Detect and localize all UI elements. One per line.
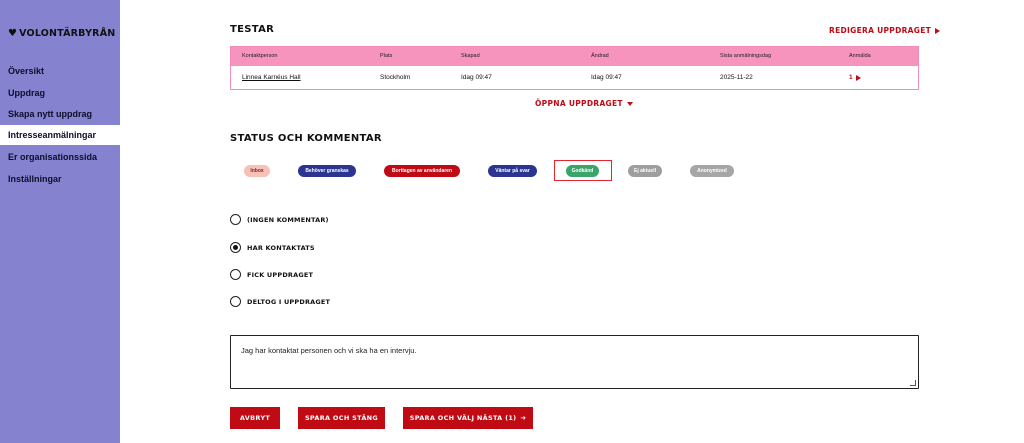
comment-textarea[interactable]: Jag har kontaktat personen och vi ska ha… bbox=[230, 335, 919, 389]
chevron-right-icon bbox=[935, 27, 941, 34]
radio-har-kontaktats[interactable]: HAR KONTAKTATS bbox=[230, 242, 315, 253]
radio-label: DELTOG I UPPDRAGET bbox=[247, 297, 331, 306]
status-pill-label: Inbox bbox=[250, 168, 264, 174]
status-pill-vantar-pa-svar[interactable]: Väntar på svar bbox=[488, 165, 537, 177]
sidebar: ♥ VOLONTÄRBYRÅN Översikt Uppdrag Skapa n… bbox=[0, 0, 120, 443]
open-assignment-label: ÖPPNA UPPDRAGET bbox=[535, 99, 623, 108]
edit-assignment-label: REDIGERA UPPDRAGET bbox=[829, 26, 932, 35]
sidebar-item-installningar[interactable]: Inställningar bbox=[0, 169, 120, 189]
sidebar-item-intresseanmalningar[interactable]: Intresseanmälningar bbox=[0, 125, 120, 145]
sidebar-item-uppdrag[interactable]: Uppdrag bbox=[0, 83, 120, 103]
resize-handle[interactable] bbox=[910, 380, 916, 386]
radio-circle bbox=[230, 214, 241, 225]
status-pill-label: Anonymized bbox=[697, 168, 727, 174]
sidebar-item-oversikt[interactable]: Översikt bbox=[0, 61, 120, 81]
open-assignment-link[interactable]: ÖPPNA UPPDRAGET bbox=[535, 99, 633, 108]
column-header: Anmälda bbox=[849, 53, 871, 59]
column-header: Plats bbox=[380, 53, 393, 59]
registered-count-link[interactable]: 1 bbox=[849, 74, 861, 81]
sidebar-item-er-organisationssida[interactable]: Er organisationssida bbox=[0, 147, 120, 167]
sidebar-item-skapa-nytt-uppdrag[interactable]: Skapa nytt uppdrag bbox=[0, 104, 120, 124]
table-cell-location: Stockholm bbox=[380, 74, 411, 81]
arrow-right-icon: ➔ bbox=[520, 414, 527, 422]
save-and-close-button[interactable]: SPARA OCH STÄNG bbox=[298, 407, 385, 429]
save-and-close-label: SPARA OCH STÄNG bbox=[304, 414, 379, 422]
registered-count: 1 bbox=[849, 74, 853, 81]
sidebar-item-label: Översikt bbox=[8, 66, 45, 76]
save-and-select-next-label: SPARA OCH VÄLJ NÄSTA (1) bbox=[409, 414, 517, 422]
sidebar-item-label: Skapa nytt uppdrag bbox=[8, 109, 93, 119]
heart-icon: ♥ bbox=[8, 27, 18, 39]
status-pill-behover-granskas[interactable]: Behöver granskas bbox=[298, 165, 356, 177]
cancel-button-label: AVBRYT bbox=[239, 414, 271, 422]
radio-label: (INGEN KOMMENTAR) bbox=[247, 215, 329, 224]
column-header: Sista anmälningsdag bbox=[720, 53, 772, 59]
cancel-button[interactable]: AVBRYT bbox=[230, 407, 280, 429]
sidebar-item-label: Intresseanmälningar bbox=[8, 130, 97, 140]
contact-person-link[interactable]: Linnea Karnéus Hall bbox=[242, 74, 301, 81]
status-pill-anonymized[interactable]: Anonymized bbox=[690, 165, 734, 177]
status-pill-ej-aktuell[interactable]: Ej aktuell bbox=[628, 165, 662, 177]
column-header: Kontaktperson bbox=[242, 53, 278, 59]
edit-assignment-link[interactable]: REDIGERA UPPDRAGET bbox=[829, 26, 941, 35]
column-header: Skapad bbox=[461, 53, 480, 59]
sidebar-item-label: Uppdrag bbox=[8, 88, 45, 98]
table-cell-created: Idag 09:47 bbox=[461, 74, 492, 81]
table-cell-deadline: 2025-11-22 bbox=[720, 74, 753, 81]
status-pill-label: Behöver granskas bbox=[305, 168, 349, 174]
table-cell-changed: Idag 09:47 bbox=[591, 74, 622, 81]
radio-circle bbox=[230, 269, 241, 280]
status-pill-label: Borttagen av användaren bbox=[391, 168, 453, 174]
radio-label: FICK UPPDRAGET bbox=[247, 270, 314, 279]
status-pill-inbox[interactable]: Inbox bbox=[244, 165, 270, 177]
status-pill-godkand[interactable]: Godkänd bbox=[566, 165, 599, 177]
assignment-table: Kontaktperson Plats Skapad Ändrad Sista … bbox=[230, 46, 919, 90]
chevron-down-icon bbox=[626, 101, 633, 106]
sidebar-item-label: Er organisationssida bbox=[8, 152, 98, 162]
comment-text: Jag har kontaktat personen och vi ska ha… bbox=[241, 346, 417, 355]
logo-text: VOLONTÄRBYRÅN bbox=[19, 28, 116, 39]
status-pill-label: Väntar på svar bbox=[495, 168, 530, 174]
radio-label: HAR KONTAKTATS bbox=[247, 243, 315, 252]
table-header: Kontaktperson Plats Skapad Ändrad Sista … bbox=[231, 47, 918, 66]
status-pill-label: Godkänd bbox=[571, 168, 594, 174]
chevron-right-icon bbox=[855, 74, 861, 81]
save-and-select-next-button[interactable]: SPARA OCH VÄLJ NÄSTA (1) ➔ bbox=[403, 407, 533, 429]
radio-ingen-kommentar[interactable]: (INGEN KOMMENTAR) bbox=[230, 214, 329, 225]
radio-circle bbox=[230, 242, 241, 253]
radio-fick-uppdraget[interactable]: FICK UPPDRAGET bbox=[230, 269, 313, 280]
radio-selected-dot bbox=[233, 245, 238, 250]
logo[interactable]: ♥ VOLONTÄRBYRÅN bbox=[8, 28, 115, 39]
status-section-title: STATUS OCH KOMMENTAR bbox=[230, 133, 382, 144]
column-header: Ändrad bbox=[591, 53, 609, 59]
sidebar-item-label: Inställningar bbox=[8, 174, 62, 184]
assignment-title: TESTAR bbox=[230, 24, 275, 35]
status-pill-label: Ej aktuell bbox=[634, 168, 656, 174]
radio-circle bbox=[230, 296, 241, 307]
status-pill-borttagen[interactable]: Borttagen av användaren bbox=[384, 165, 460, 177]
radio-deltog-i-uppdraget[interactable]: DELTOG I UPPDRAGET bbox=[230, 296, 330, 307]
